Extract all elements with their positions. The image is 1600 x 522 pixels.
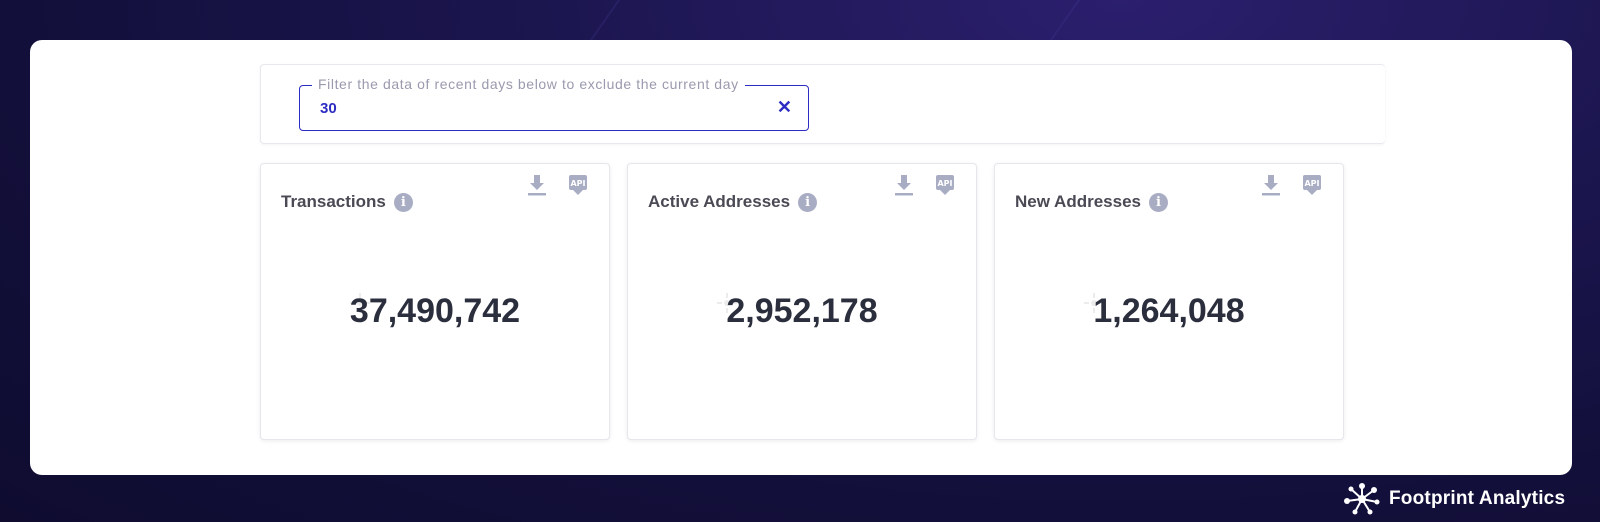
card-title: Transactions i — [281, 192, 413, 212]
filter-days-label: Filter the data of recent days below to … — [312, 76, 745, 92]
metric-value: 2,952,178 — [726, 292, 878, 330]
info-icon[interactable]: i — [798, 192, 818, 212]
footprint-logo-icon — [1344, 483, 1380, 515]
dashboard-panel: Filter the data of recent days below to … — [30, 40, 1572, 475]
filter-bar: Filter the data of recent days below to … — [260, 64, 1385, 144]
svg-text:API: API — [937, 179, 952, 188]
card-title-text: Transactions — [281, 192, 386, 211]
download-icon[interactable] — [1261, 174, 1281, 196]
svg-text:API: API — [570, 179, 585, 188]
close-icon[interactable]: ✕ — [777, 97, 792, 118]
card-new-addresses: New Addresses i API 1,264,048 — [994, 163, 1344, 440]
brand-name: Footprint Analytics — [1389, 488, 1566, 509]
download-icon[interactable] — [894, 174, 914, 196]
svg-text:API: API — [1304, 179, 1319, 188]
brand-footer: Footprint Analytics — [1343, 482, 1565, 516]
download-icon[interactable] — [527, 174, 547, 196]
api-icon[interactable]: API — [935, 174, 955, 196]
card-active-addresses: Active Addresses i API 2,952,178 — [627, 163, 977, 440]
info-icon[interactable]: i — [393, 192, 413, 212]
api-icon[interactable]: API — [1302, 174, 1322, 196]
metric-value: 1,264,048 — [1093, 292, 1245, 330]
card-title-text: New Addresses — [1015, 192, 1141, 211]
card-title: Active Addresses i — [648, 192, 818, 212]
filter-days-field[interactable]: Filter the data of recent days below to … — [299, 76, 809, 131]
card-title: New Addresses i — [1015, 192, 1168, 212]
filter-days-input[interactable]: 30 — [320, 100, 337, 117]
card-transactions: Transactions i API 37,490,742 — [260, 163, 610, 440]
metric-value: 37,490,742 — [349, 292, 521, 330]
api-icon[interactable]: API — [568, 174, 588, 196]
info-icon[interactable]: i — [1148, 192, 1168, 212]
card-title-text: Active Addresses — [648, 192, 791, 211]
